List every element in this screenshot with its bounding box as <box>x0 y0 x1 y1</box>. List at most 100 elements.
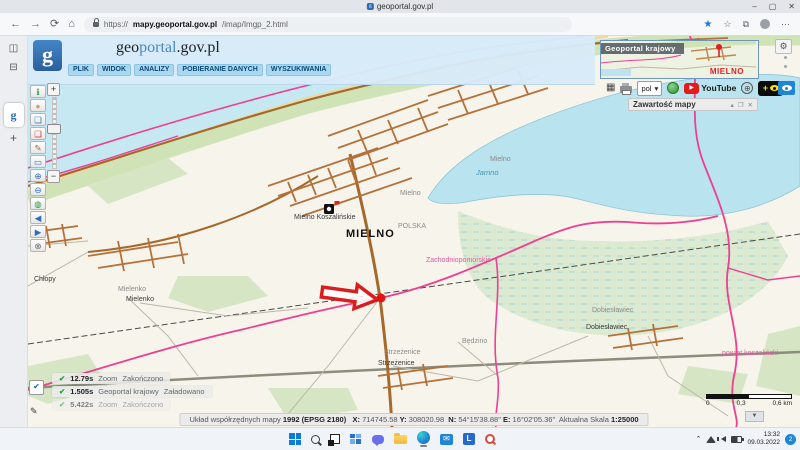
map-toolbar: ℹ●❏❏✎▭⊕⊖◍◀▶⊗ <box>30 85 46 252</box>
chat-button[interactable] <box>372 435 384 444</box>
home-button[interactable]: ⌂ <box>68 19 75 30</box>
measure-tool[interactable]: ▭ <box>30 155 46 168</box>
notification-badge[interactable]: 2 <box>785 434 796 445</box>
status-messages: ✔12.79sZoomZakończono ✔1.505sGeoportal kr… <box>52 373 212 410</box>
wifi-icon[interactable] <box>706 436 716 443</box>
next-view-tool[interactable]: ▶ <box>30 225 46 238</box>
edge-button[interactable] <box>417 431 430 447</box>
panel-resize-dots <box>784 56 787 68</box>
task-view-button[interactable] <box>330 434 340 444</box>
browser-toolbar: ← → ⟳ ⌂ https://mapy.geoportal.gov.pl/im… <box>0 13 800 36</box>
status-orb-icon[interactable] <box>667 82 679 94</box>
collections-icon[interactable]: ⧉ <box>743 19 749 30</box>
geoportal-logo[interactable]: g <box>33 40 62 71</box>
scale-bar-segments <box>706 394 792 399</box>
zoom-slider-handle[interactable] <box>47 124 61 134</box>
browser-titlebar: g geoportal.gov.pl – ▢ ✕ <box>0 0 800 13</box>
sketch-tool-icon[interactable]: ✎ <box>30 406 38 417</box>
favorite-star-icon[interactable]: ★ <box>704 19 713 30</box>
windows-taskbar: ✉ L ⌃ 13:3209.03.2022 2 <box>0 427 800 450</box>
map-control-row: ▦ pol▾ ▶ YouTube ⊕ + <box>606 80 783 96</box>
url-path: /imap/Imgp_2.html <box>222 20 288 29</box>
panel-expand-icon[interactable]: ▴ <box>730 101 733 109</box>
lock-icon <box>93 22 99 27</box>
identify-tool[interactable]: ● <box>30 99 46 112</box>
close-button[interactable]: ✕ <box>788 2 795 11</box>
vertical-tabs-toggle-icon[interactable]: ◫ <box>9 43 18 54</box>
tab-title-text: geoportal.gov.pl <box>377 2 433 11</box>
select-box-tool[interactable]: ❏ <box>30 113 46 126</box>
file-explorer-button[interactable] <box>394 435 407 444</box>
panel-window-icon[interactable]: ❐ <box>738 101 744 109</box>
youtube-play-icon: ▶ <box>684 83 699 94</box>
loupe-app-button[interactable] <box>485 434 495 444</box>
print-icon[interactable] <box>620 86 632 93</box>
zoom-in-button[interactable]: + <box>47 83 60 96</box>
search-button[interactable] <box>311 435 320 444</box>
qr-code-icon[interactable]: ▦ <box>606 83 615 93</box>
site-favicon: g <box>367 3 374 10</box>
previous-view-tool[interactable]: ◀ <box>30 211 46 224</box>
settings-gear-icon[interactable]: ⚙ <box>775 39 792 54</box>
info-tool[interactable]: ℹ <box>30 85 46 98</box>
menu-widok[interactable]: WIDOK <box>97 64 131 76</box>
zoom-slider-track[interactable] <box>52 97 57 169</box>
start-button[interactable] <box>289 433 301 445</box>
youtube-button[interactable]: ▶ YouTube <box>684 83 736 94</box>
status-message: ✔12.79sZoomZakończono <box>52 373 170 384</box>
accessibility-globe-icon[interactable]: ⊕ <box>741 82 753 94</box>
status-message: ✔5.422sZoomZakończono <box>52 399 170 410</box>
zoom-out-tool[interactable]: ⊖ <box>30 183 46 196</box>
overview-title: Geoportal krajowy <box>601 43 684 54</box>
battery-icon[interactable] <box>731 436 742 443</box>
panel-close-icon[interactable]: ✕ <box>748 101 753 109</box>
messages-toggle[interactable]: ✔ <box>29 380 44 395</box>
zoom-slider[interactable]: + − <box>47 83 61 183</box>
language-select[interactable]: pol▾ <box>637 81 662 96</box>
menu-pobieranie-danych[interactable]: POBIERANIE DANYCH <box>177 64 262 76</box>
map-content-panel[interactable]: Zawartość mapy ▴ ❐ ✕ <box>628 98 758 111</box>
more-menu-icon[interactable]: ⋯ <box>781 19 790 30</box>
status-message: ✔1.505sGeoportal krajowyZaładowano <box>52 386 212 397</box>
mail-button[interactable]: ✉ <box>440 434 453 445</box>
tab-pane-icon[interactable]: ⊟ <box>9 62 17 73</box>
address-bar[interactable]: https://mapy.geoportal.gov.pl/imap/Imgp_… <box>84 17 572 32</box>
menu-analizy[interactable]: ANALIZY <box>134 64 174 76</box>
check-icon: ✔ <box>59 400 65 409</box>
edge-active-indicator <box>420 445 427 447</box>
new-tab-button[interactable]: + <box>10 131 17 145</box>
url-domain: mapy.geoportal.gov.pl <box>133 20 217 29</box>
clock[interactable]: 13:3209.03.2022 <box>747 431 780 447</box>
zoom-out-button[interactable]: − <box>47 170 60 183</box>
overview-map[interactable]: Geoportal krajowy MIELNO <box>600 40 759 79</box>
tray-expand-icon[interactable]: ⌃ <box>696 435 702 443</box>
coordinates-bar: Układ współrzędnych mapy 1992 (EPSG 2180… <box>179 413 648 426</box>
minimize-button[interactable]: – <box>752 2 756 11</box>
bottom-panel-collapse[interactable]: ▼ <box>745 411 764 422</box>
pointer-tool[interactable]: ⊗ <box>30 239 46 252</box>
browser-tab[interactable]: g geoportal.gov.pl <box>367 0 433 13</box>
draw-tool[interactable]: ✎ <box>30 141 46 154</box>
zoom-in-tool[interactable]: ⊕ <box>30 169 46 182</box>
menu-plik[interactable]: PLIK <box>68 64 94 76</box>
maximize-button[interactable]: ▢ <box>769 2 777 11</box>
check-icon: ✔ <box>59 374 65 383</box>
profile-avatar[interactable] <box>760 19 770 29</box>
active-tab-card[interactable]: g <box>4 103 24 127</box>
full-extent-tool[interactable]: ◍ <box>30 197 46 210</box>
refresh-button[interactable]: ⟳ <box>50 19 59 30</box>
geoportal-header: g geoportal.gov.pl PLIKWIDOKANALIZYPOBIE… <box>28 36 595 85</box>
scale-bar: 0 0,3 0,6 km <box>706 394 792 407</box>
l-app-button[interactable]: L <box>463 433 475 445</box>
favorites-icon[interactable]: ☆ <box>723 19 731 30</box>
volume-icon[interactable] <box>721 436 726 442</box>
overview-city-label: MIELNO <box>710 67 744 76</box>
menu-wyszukiwania[interactable]: WYSZUKIWANIA <box>266 64 332 76</box>
geoportal-menu: PLIKWIDOKANALIZYPOBIERANIE DANYCH WYSZUKI… <box>68 64 331 76</box>
map-canvas[interactable]: MielnoMielnoJamnoJamnoMIELNOMielno Kosza… <box>28 36 800 428</box>
back-button[interactable]: ← <box>10 19 21 30</box>
forward-button[interactable]: → <box>30 19 41 30</box>
visibility-toggle-button[interactable] <box>778 81 795 95</box>
widgets-button[interactable] <box>350 434 362 445</box>
clear-selection-tool[interactable]: ❏ <box>30 127 46 140</box>
